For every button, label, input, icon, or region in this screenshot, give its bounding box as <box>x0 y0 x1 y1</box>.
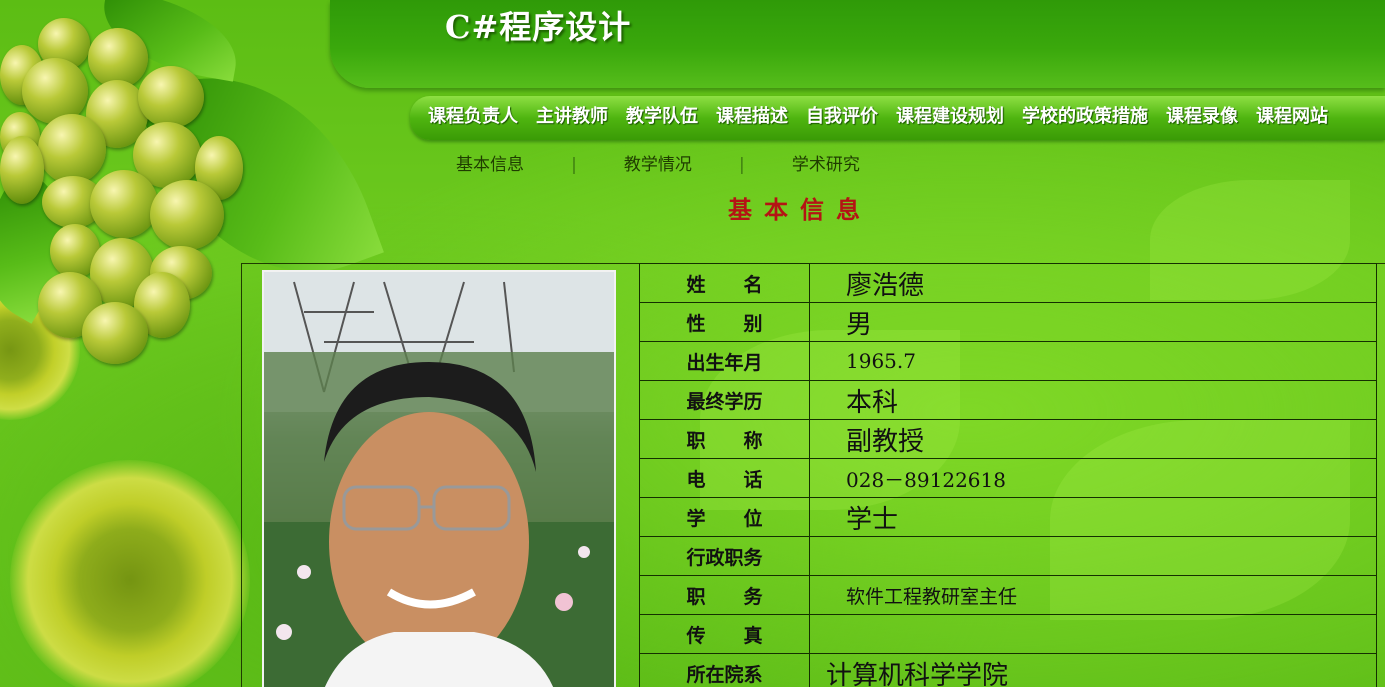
value-birth: 1965.7 <box>809 341 1377 381</box>
value-education: 本科 <box>809 380 1377 420</box>
nav-item-teaching-team[interactable]: 教学队伍 <box>617 96 707 140</box>
nav-item-course-plan[interactable]: 课程建设规划 <box>887 96 1013 140</box>
subnav-research[interactable]: 学术研究 <box>792 150 860 175</box>
table-row: 学 位 学士 <box>639 497 1377 537</box>
nav-item-lead-teacher[interactable]: 主讲教师 <box>527 96 617 140</box>
sunflower-icon <box>10 460 250 687</box>
label-degree: 学 位 <box>639 497 810 537</box>
sub-nav: 基本信息 | 教学情况 | 学术研究 <box>420 150 860 180</box>
label-position: 职 务 <box>639 575 810 615</box>
label-fax: 传 真 <box>639 614 810 654</box>
table-row: 电 话 028－89122618 <box>639 458 1377 498</box>
subnav-separator: | <box>571 155 577 175</box>
table-row: 最终学历 本科 <box>639 380 1377 420</box>
table-row: 所在院系 计算机科学学院 <box>639 653 1377 687</box>
value-gender: 男 <box>809 302 1377 342</box>
label-title: 职 称 <box>639 419 810 459</box>
nav-item-school-policy[interactable]: 学校的政策措施 <box>1013 96 1157 140</box>
main-nav: 课程负责人 主讲教师 教学队伍 课程描述 自我评价 课程建设规划 学校的政策措施 课程录像 课程… <box>410 96 1385 140</box>
subnav-separator: | <box>739 155 745 175</box>
nav-item-course-website[interactable]: 课程网站 <box>1247 96 1337 140</box>
label-name: 姓 名 <box>639 263 810 303</box>
value-admin-post <box>809 536 1377 576</box>
label-birth: 出生年月 <box>639 341 810 381</box>
value-fax <box>809 614 1377 654</box>
nav-item-course-leader[interactable]: 课程负责人 <box>410 96 527 140</box>
value-degree: 学士 <box>809 497 1377 537</box>
table-row: 出生年月 1965.7 <box>639 341 1377 381</box>
value-title: 副教授 <box>809 419 1377 459</box>
subnav-basic-info[interactable]: 基本信息 <box>456 150 524 175</box>
subnav-teaching[interactable]: 教学情况 <box>624 150 692 175</box>
nav-item-course-description[interactable]: 课程描述 <box>707 96 797 140</box>
site-title: C#程序设计 <box>445 8 632 46</box>
person-photo-icon <box>264 272 614 687</box>
label-department: 所在院系 <box>639 653 810 687</box>
profile-table: 姓 名 廖浩德 性 别 男 出生年月 1965.7 最终学历 本科 职 称 副教… <box>639 263 1377 687</box>
value-phone: 028－89122618 <box>809 458 1377 498</box>
table-row: 职 务 软件工程教研室主任 <box>639 575 1377 615</box>
label-phone: 电 话 <box>639 458 810 498</box>
grape-icon <box>88 28 148 88</box>
table-row: 性 别 男 <box>639 302 1377 342</box>
table-row: 职 称 副教授 <box>639 419 1377 459</box>
grape-icon <box>138 66 204 128</box>
grape-icon <box>38 114 106 184</box>
label-gender: 性 别 <box>639 302 810 342</box>
label-education: 最终学历 <box>639 380 810 420</box>
table-row: 传 真 <box>639 614 1377 654</box>
nav-item-course-video[interactable]: 课程录像 <box>1157 96 1247 140</box>
label-admin-post: 行政职务 <box>639 536 810 576</box>
value-position: 软件工程教研室主任 <box>809 575 1377 615</box>
value-department: 计算机科学学院 <box>809 653 1377 687</box>
table-row: 行政职务 <box>639 536 1377 576</box>
profile-photo <box>262 270 616 687</box>
section-title: 基本信息 <box>728 195 872 224</box>
nav-item-self-evaluation[interactable]: 自我评价 <box>797 96 887 140</box>
table-row: 姓 名 廖浩德 <box>639 263 1377 303</box>
grape-icon <box>82 302 148 364</box>
value-name: 廖浩德 <box>809 263 1377 303</box>
